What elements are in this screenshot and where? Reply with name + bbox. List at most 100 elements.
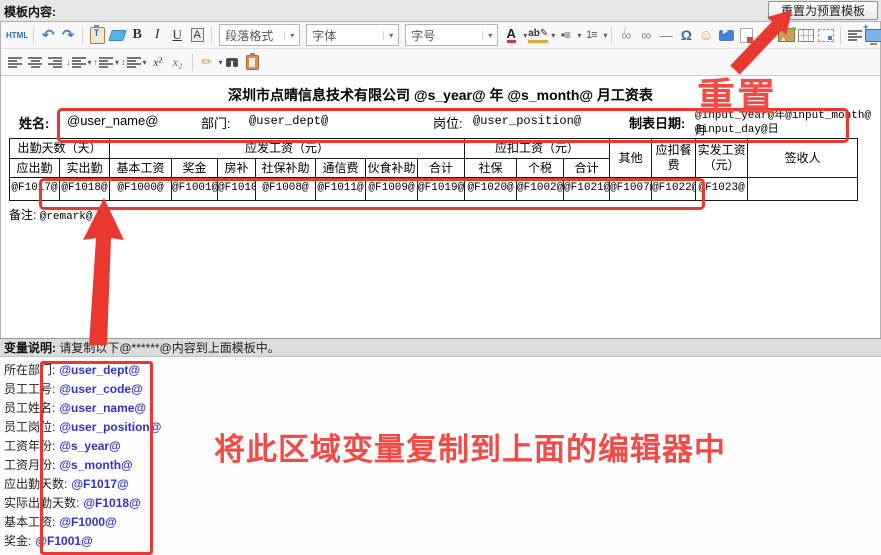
date-label: 制表日期:: [629, 113, 685, 132]
list-item: 员工姓名:@user_name@: [4, 399, 161, 418]
position-label: 岗位:: [433, 113, 463, 132]
list-item: 工资月份:@s_month@: [4, 456, 161, 475]
dept-label: 部门:: [201, 113, 231, 132]
toolbar-separator: [33, 27, 34, 44]
template-content-label: 模板内容:: [4, 3, 56, 20]
line-height-dropdown[interactable]: ↕▾: [121, 51, 147, 73]
char-border-icon[interactable]: [188, 24, 206, 46]
value-cell: @F1018@: [60, 178, 110, 201]
html-source-icon[interactable]: [6, 24, 28, 46]
insert-table-icon[interactable]: [798, 29, 814, 42]
underline-icon[interactable]: [168, 24, 186, 46]
reset-template-button[interactable]: 重置为预置模板: [768, 1, 878, 20]
italic-icon[interactable]: [148, 24, 166, 46]
group-attendance: 出勤天数（天）: [10, 139, 110, 159]
salary-table: 出勤天数（天） 应发工资（元） 应扣工资（元） 其他 应扣餐费 实发工资（元） …: [9, 138, 858, 201]
text-valign-dropdown[interactable]: ↑▾: [94, 51, 120, 73]
chevron-down-icon[interactable]: ▾: [383, 31, 398, 40]
note-label: 备注:: [9, 208, 36, 222]
value-cell: @F1021@: [564, 178, 610, 201]
superscript-icon[interactable]: [149, 51, 167, 73]
value-cell: @F1000@: [110, 178, 172, 201]
font-size-select[interactable]: 字号 ▾: [405, 24, 498, 46]
link-icon[interactable]: [637, 24, 655, 46]
dept-variable: @user_dept@: [249, 114, 328, 128]
name-label: 姓名:: [19, 113, 49, 132]
insert-image-icon[interactable]: [778, 28, 795, 42]
insert-video-icon[interactable]: [719, 30, 734, 41]
toolbar-separator: [840, 27, 841, 44]
insert-flash-icon[interactable]: [757, 24, 775, 46]
paste-text-icon[interactable]: [90, 27, 105, 44]
group-net: 实发工资（元）: [696, 139, 748, 178]
chevron-down-icon[interactable]: ▾: [482, 31, 497, 40]
special-char-icon[interactable]: [677, 24, 695, 46]
annotation-copy-hint-text: 将此区域变量复制到上面的编辑器中: [214, 424, 726, 469]
paragraph-spacing-dropdown[interactable]: ↓▾: [66, 51, 92, 73]
format-eraser-icon[interactable]: [108, 30, 127, 41]
value-cell: @F1008@: [256, 178, 316, 201]
chevron-down-icon[interactable]: ▾: [219, 58, 223, 67]
chevron-down-icon[interactable]: ▾: [603, 31, 607, 40]
chevron-down-icon[interactable]: ▾: [523, 31, 527, 40]
value-cell: @F1023@: [696, 178, 748, 201]
note-line: 备注: @remark@: [9, 206, 93, 223]
variable-list: 所在部门:@user_dept@ 员工工号:@user_code@ 员工姓名:@…: [4, 361, 161, 551]
bullet-list-icon[interactable]: [556, 24, 574, 46]
group-other: 其他: [610, 139, 652, 178]
group-meal: 应扣餐费: [652, 139, 696, 178]
unlink-icon[interactable]: [617, 24, 635, 46]
find-replace-icon[interactable]: [226, 58, 231, 67]
numbered-list-icon[interactable]: [582, 24, 600, 46]
chevron-down-icon[interactable]: ▾: [284, 31, 299, 40]
value-cell: @F1009@: [366, 178, 418, 201]
subscript-icon[interactable]: [169, 51, 187, 73]
table-row: @F1017@ @F1018@ @F1000@ @F1001@ @F1010@ …: [10, 178, 858, 201]
clipboard-icon[interactable]: [246, 55, 259, 70]
col-header: 社保补助: [256, 159, 316, 178]
toolbar-separator: [611, 27, 612, 44]
variables-explanation-bar: 变量说明: 请复制以下@******@内容到上面模板中。: [0, 338, 881, 357]
name-variable: @user_name@: [67, 113, 158, 128]
chevron-down-icon[interactable]: ▾: [577, 31, 581, 40]
auto-typeset-icon[interactable]: +: [846, 24, 864, 46]
bold-icon[interactable]: [128, 24, 146, 46]
date-variable-line2: @input_day@日: [695, 120, 779, 136]
quick-format-icon[interactable]: [198, 51, 216, 73]
variables-bar-label: 变量说明:: [4, 341, 56, 355]
list-item: 员工工号:@user_code@: [4, 380, 161, 399]
undo-icon[interactable]: [39, 24, 57, 46]
col-header: 伙食补助: [366, 159, 418, 178]
col-header: 通信费: [316, 159, 366, 178]
horizontal-rule-icon[interactable]: [657, 24, 675, 46]
annotation-reset-text: 重置: [697, 66, 777, 121]
col-header: 个税: [517, 159, 564, 178]
note-variable: @remark@: [40, 211, 93, 223]
value-cell: @F1017@: [10, 178, 60, 201]
insert-attachment-icon[interactable]: [740, 28, 753, 43]
list-item: 奖金:@F1001@: [4, 532, 161, 551]
emoticon-icon[interactable]: [697, 24, 715, 46]
redo-icon[interactable]: [59, 24, 77, 46]
toolbar-separator: [192, 54, 193, 71]
list-item: 基本工资:@F1000@: [4, 513, 161, 532]
align-right-icon[interactable]: [48, 57, 62, 68]
screenshot-icon[interactable]: [818, 29, 834, 42]
col-header: 应出勤: [10, 159, 60, 178]
col-header: 合计: [564, 159, 610, 178]
value-cell: @F1022@: [652, 178, 696, 201]
paragraph-format-select[interactable]: 段落格式 ▾: [219, 24, 300, 46]
fullscreen-icon[interactable]: [865, 29, 881, 42]
align-left-icon[interactable]: [8, 57, 22, 68]
font-family-select[interactable]: 字体 ▾: [306, 24, 399, 46]
value-cell: @F1011@: [316, 178, 366, 201]
chevron-down-icon[interactable]: ▾: [551, 31, 555, 40]
align-center-icon[interactable]: [28, 57, 42, 68]
font-color-icon[interactable]: [502, 24, 520, 46]
variables-bar-text: 请复制以下@******@内容到上面模板中。: [59, 341, 279, 355]
group-sign: 签收人: [748, 139, 858, 178]
group-deduction: 应扣工资（元）: [465, 139, 610, 159]
highlight-color-icon[interactable]: [528, 24, 548, 46]
list-item: 应出勤天数:@F1017@: [4, 475, 161, 494]
toolbar-separator: [82, 27, 83, 44]
